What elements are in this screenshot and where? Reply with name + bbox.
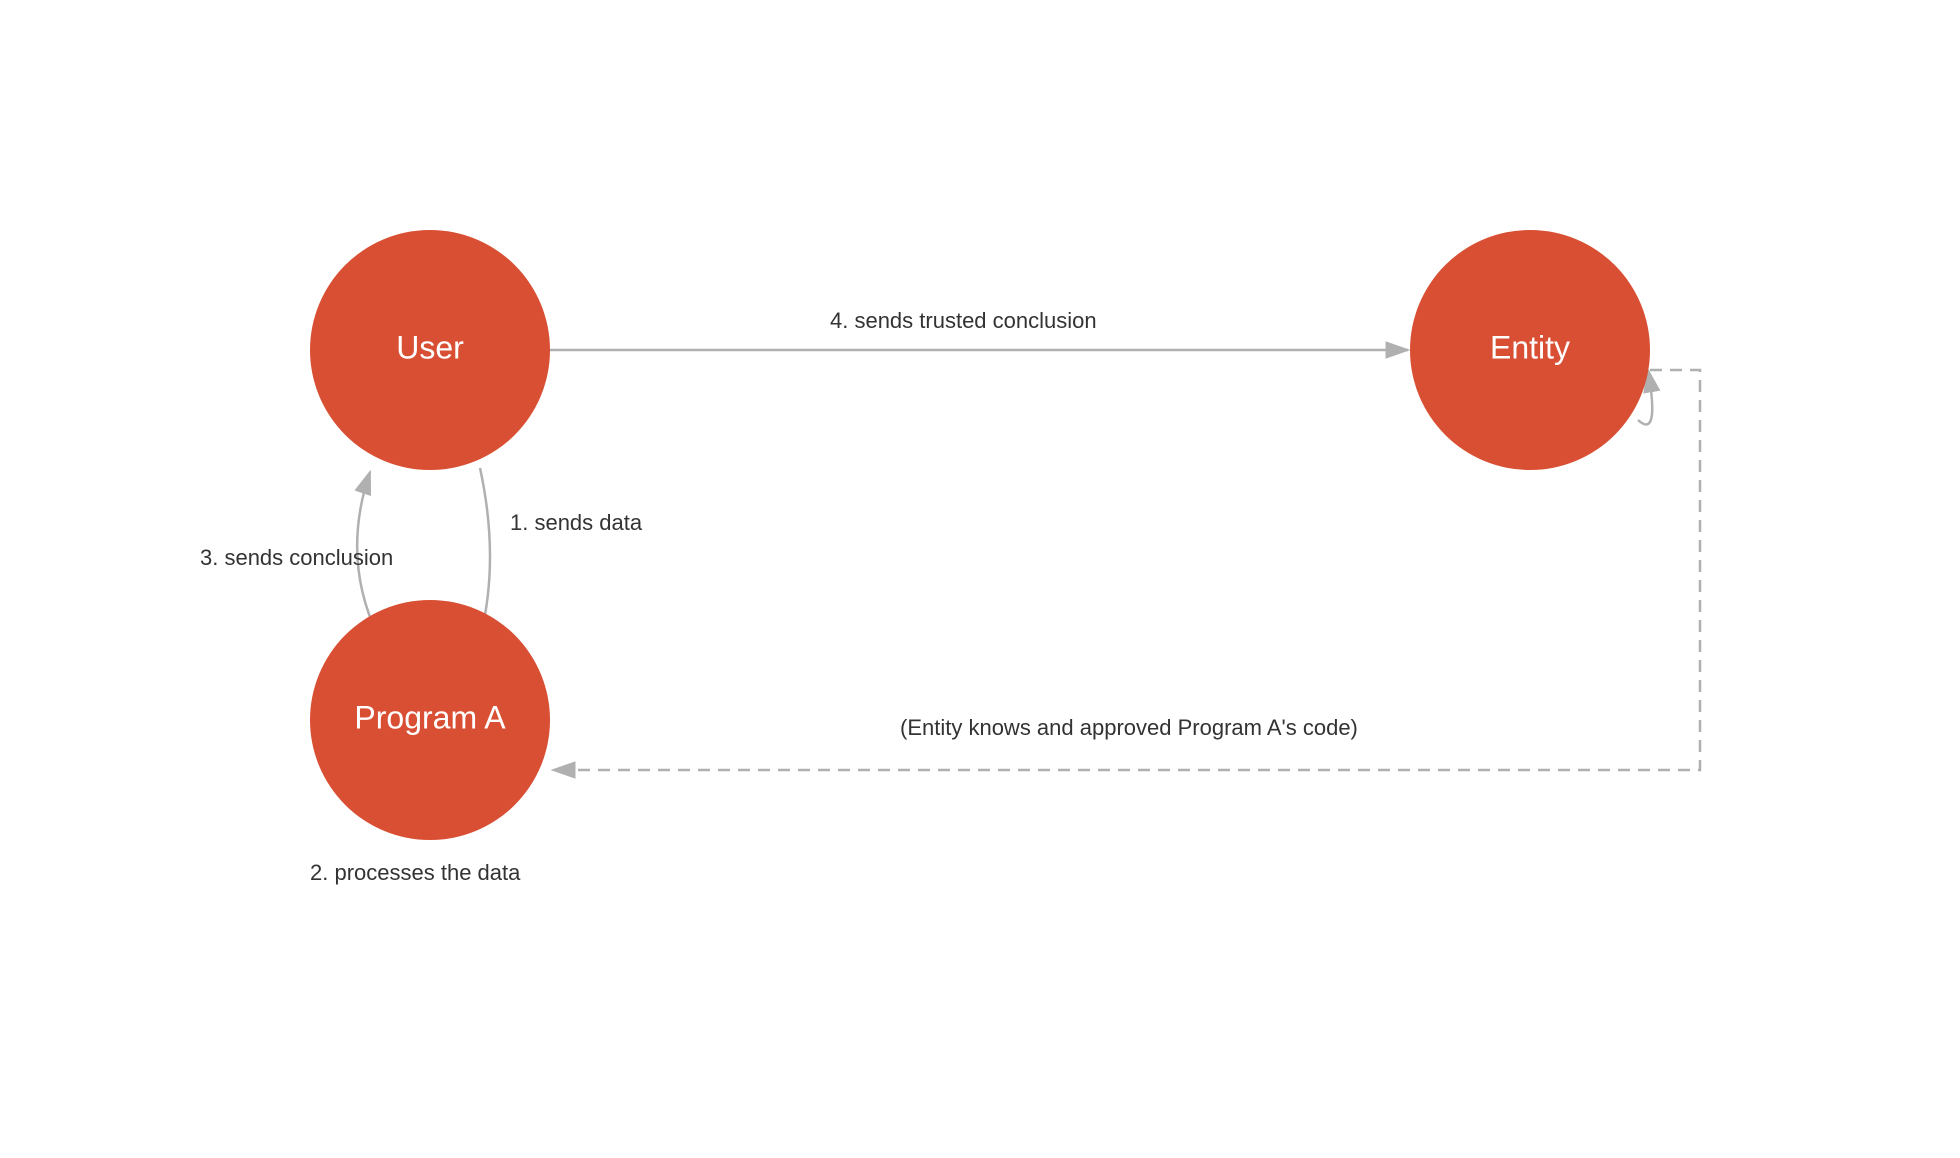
diagram-container: 4. sends trusted conclusion 1. sends dat…: [0, 0, 1960, 1158]
user-label: User: [396, 329, 464, 365]
label-sends-conclusion: 3. sends conclusion: [200, 545, 393, 570]
label-sends-trusted-conclusion: 4. sends trusted conclusion: [830, 308, 1097, 333]
label-sends-data: 1. sends data: [510, 510, 643, 535]
label-entity-knows: (Entity knows and approved Program A's c…: [900, 715, 1358, 740]
label-processes-data: 2. processes the data: [310, 860, 521, 885]
entity-label: Entity: [1490, 329, 1570, 365]
program-a-label: Program A: [354, 699, 506, 735]
